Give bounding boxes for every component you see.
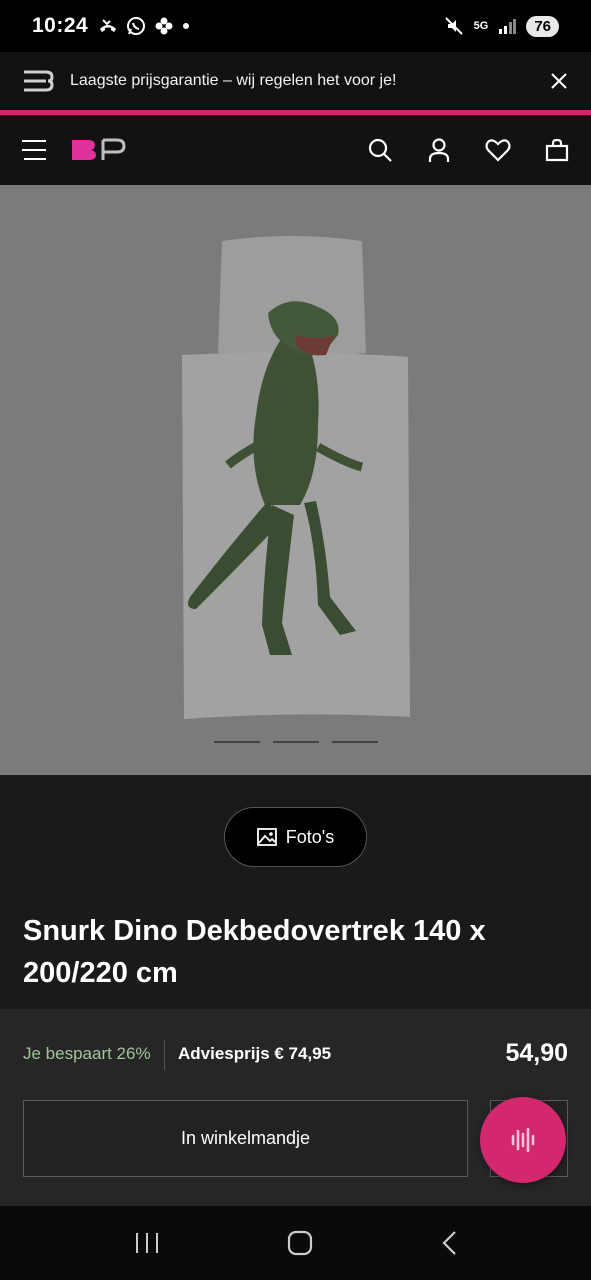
home-icon[interactable] — [287, 1230, 313, 1256]
heart-icon[interactable] — [485, 138, 511, 162]
account-icon[interactable] — [427, 137, 451, 163]
menu-icon[interactable] — [22, 139, 46, 161]
brand-logo[interactable] — [70, 138, 128, 162]
photos-button-label: Foto's — [285, 826, 335, 847]
voice-assistant-button[interactable] — [480, 1097, 566, 1183]
system-nav-bar — [0, 1206, 591, 1280]
advice-price: Adviesprijs € 74,95 — [178, 1044, 332, 1063]
add-to-cart-button[interactable]: In winkelmandje — [23, 1100, 468, 1177]
missed-call-icon — [100, 19, 117, 32]
dot-icon — [183, 23, 190, 29]
gallery-dot[interactable] — [214, 741, 260, 743]
product-price: 54,90 — [505, 1039, 568, 1067]
gallery-pagination — [214, 741, 378, 743]
close-icon[interactable] — [549, 71, 569, 91]
brand-b-logo-icon — [24, 70, 54, 92]
gallery-dot[interactable] — [332, 741, 378, 743]
whatsapp-icon — [127, 17, 146, 35]
flower-icon — [155, 17, 173, 35]
add-to-cart-label: In winkelmandje — [180, 1128, 311, 1148]
promo-banner: Laagste prijsgarantie – wij regelen het … — [0, 52, 591, 110]
signal-icon — [499, 19, 517, 34]
status-notification-icons — [98, 16, 190, 36]
gallery-dot[interactable] — [273, 741, 319, 743]
product-image — [182, 236, 410, 719]
mute-icon — [444, 17, 463, 35]
price-divider — [164, 1040, 165, 1070]
recent-apps-icon[interactable] — [134, 1231, 160, 1255]
savings-label: Je bespaart 26% — [23, 1044, 151, 1063]
promo-text: Laagste prijsgarantie – wij regelen het … — [70, 72, 397, 89]
battery-indicator: 76 — [526, 15, 559, 37]
back-icon[interactable] — [440, 1230, 458, 1256]
audio-wave-icon — [511, 1127, 535, 1153]
image-icon — [256, 828, 277, 846]
network-label: 5G — [473, 20, 489, 32]
status-system-icons: 5G 76 — [444, 15, 559, 37]
product-title: Snurk Dino Dekbedovertrek 140 x 200/220 … — [23, 915, 486, 989]
bp-logo-icon — [72, 138, 126, 160]
status-time: 10:24 — [32, 14, 89, 37]
site-header — [0, 115, 591, 185]
status-bar: 10:24 5G 76 — [0, 0, 591, 52]
search-icon[interactable] — [367, 137, 393, 163]
bag-icon[interactable] — [545, 138, 569, 162]
product-image-gallery[interactable] — [0, 185, 591, 775]
photos-button[interactable]: Foto's — [224, 807, 367, 867]
header-actions — [367, 137, 569, 163]
